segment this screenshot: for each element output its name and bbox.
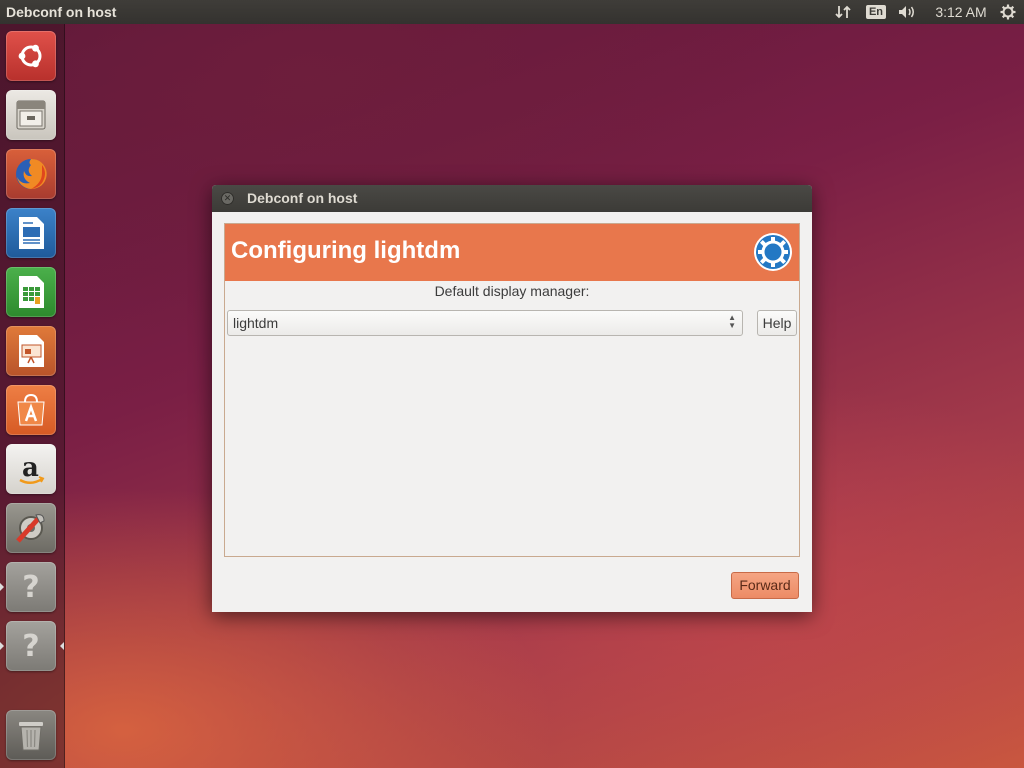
- active-window-title: Debconf on host: [6, 4, 117, 20]
- running-indicator: [0, 583, 4, 591]
- libreoffice-writer-icon: [19, 217, 44, 249]
- debian-gear-logo-icon: [754, 233, 792, 271]
- help-button[interactable]: Help: [757, 310, 797, 336]
- firefox-icon: [16, 158, 47, 189]
- banner-title: Configuring lightdm: [231, 237, 461, 264]
- clock[interactable]: 3:12 AM: [930, 0, 992, 24]
- network-transfer-icon[interactable]: [832, 0, 854, 24]
- question-label: Default display manager:: [434, 283, 590, 299]
- keyboard-layout-indicator[interactable]: En: [865, 0, 887, 24]
- selected-value: lightdm: [233, 315, 279, 331]
- question-panel: Configuring lightdm Default display mana…: [224, 223, 800, 557]
- amazon-icon: a: [19, 453, 45, 484]
- settings-launcher[interactable]: [6, 503, 56, 553]
- close-icon: ✕: [223, 193, 232, 203]
- launcher: a ? ?: [0, 24, 65, 768]
- select-arrows-icon: ▲ ▼: [728, 313, 736, 330]
- ubuntu-logo-icon: [18, 44, 42, 68]
- running-indicator: [0, 642, 4, 650]
- libreoffice-calc-icon: [19, 276, 44, 308]
- close-button[interactable]: ✕: [221, 192, 234, 205]
- amazon-launcher[interactable]: a: [6, 444, 56, 494]
- firefox-launcher[interactable]: [6, 149, 56, 199]
- files-launcher[interactable]: [6, 90, 56, 140]
- file-cabinet-icon: [16, 100, 46, 130]
- impress-launcher[interactable]: [6, 326, 56, 376]
- writer-launcher[interactable]: [6, 208, 56, 258]
- trash-launcher[interactable]: [6, 710, 56, 760]
- calc-launcher[interactable]: [6, 267, 56, 317]
- unknown-app-launcher-2[interactable]: ?: [6, 621, 56, 671]
- focused-indicator: [60, 642, 64, 650]
- system-gear-icon[interactable]: [996, 0, 1020, 24]
- banner: Configuring lightdm: [225, 224, 799, 281]
- window-title: Debconf on host: [247, 190, 358, 206]
- volume-icon[interactable]: [895, 0, 919, 24]
- debconf-dialog: ✕ Debconf on host Configuring lightdm De…: [212, 185, 812, 612]
- keyboard-layout-label: En: [865, 5, 887, 19]
- question-mark-icon: ?: [22, 628, 40, 664]
- settings-tools-icon: [16, 514, 45, 543]
- trash-icon: [19, 722, 43, 751]
- software-launcher[interactable]: [6, 385, 56, 435]
- display-manager-select[interactable]: lightdm ▲ ▼: [227, 310, 743, 336]
- dash-button[interactable]: [6, 31, 56, 81]
- question-mark-icon: ?: [22, 569, 40, 605]
- unknown-app-launcher-1[interactable]: ?: [6, 562, 56, 612]
- libreoffice-impress-icon: [19, 335, 44, 367]
- svg-text:a: a: [22, 453, 39, 483]
- software-center-icon: [17, 393, 45, 426]
- forward-button[interactable]: Forward: [731, 572, 799, 599]
- top-panel: Debconf on host En 3:12 AM: [0, 0, 1024, 24]
- window-titlebar[interactable]: ✕ Debconf on host: [212, 185, 812, 212]
